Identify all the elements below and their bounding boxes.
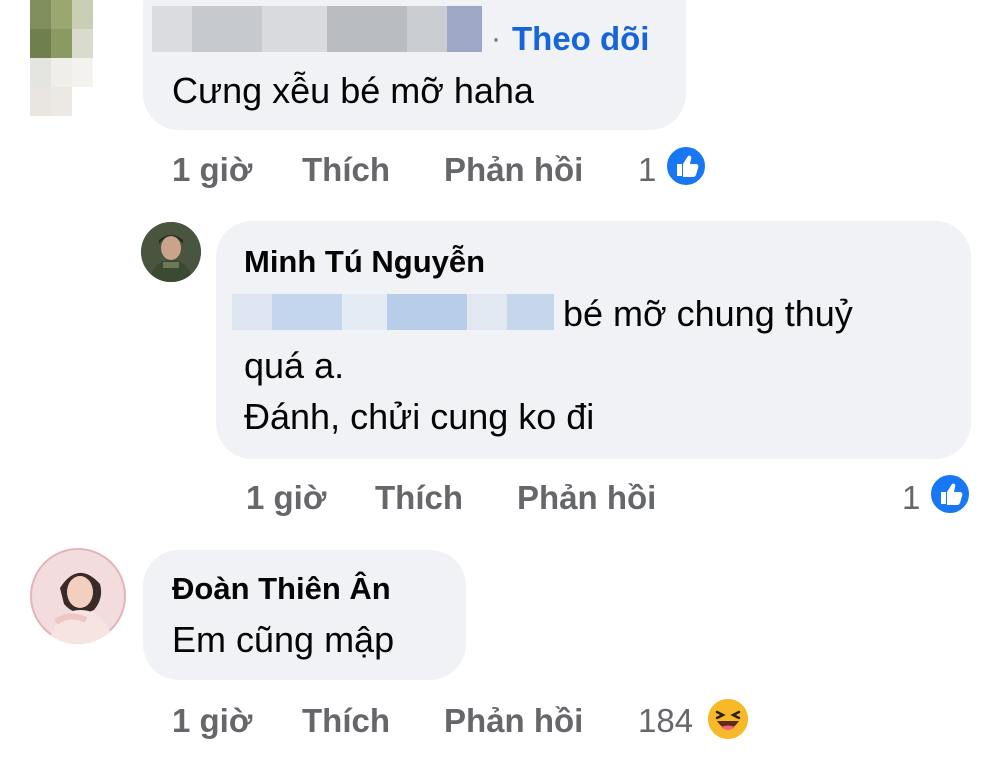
mention-blurred[interactable] (232, 294, 554, 330)
avatar-blurred[interactable] (30, 0, 114, 116)
comment-time-2[interactable]: 1 giờ (246, 479, 326, 517)
avatar-minh-tu[interactable] (141, 222, 201, 282)
avatar-doan-thien-an[interactable] (30, 548, 126, 644)
author-name-blurred[interactable] (152, 6, 482, 52)
reply-button-1[interactable]: Phản hồi (444, 151, 583, 189)
comment-text-1: Cưng xễu bé mỡ haha (172, 70, 534, 111)
comment-time-3[interactable]: 1 giờ (172, 702, 252, 740)
reaction-count-1[interactable]: 1 (638, 151, 656, 189)
comment-text-2-line2: quá a. (244, 345, 345, 386)
follow-separator: · (491, 22, 501, 55)
reaction-count-3[interactable]: 184 (638, 702, 693, 740)
reaction-count-2[interactable]: 1 (902, 479, 920, 517)
like-icon (928, 472, 972, 516)
follow-link[interactable]: Theo dõi (512, 20, 649, 58)
comment-time-1[interactable]: 1 giờ (172, 151, 252, 189)
like-button-2[interactable]: Thích (375, 479, 463, 517)
comment-author-3[interactable]: Đoàn Thiên Ân (172, 571, 391, 607)
like-button-1[interactable]: Thích (302, 151, 390, 189)
like-icon (664, 144, 708, 188)
comment-text-2-line1: bé mỡ chung thuỷ (563, 293, 853, 334)
comment-text-3: Em cũng mập (172, 619, 395, 660)
comment-author-2[interactable]: Minh Tú Nguyễn (244, 244, 485, 280)
reply-button-2[interactable]: Phản hồi (517, 479, 656, 517)
comment-text-2-line3: Đánh, chửi cung ko đi (244, 396, 595, 437)
like-button-3[interactable]: Thích (302, 702, 390, 740)
reply-button-3[interactable]: Phản hồi (444, 702, 583, 740)
haha-icon (706, 697, 750, 741)
